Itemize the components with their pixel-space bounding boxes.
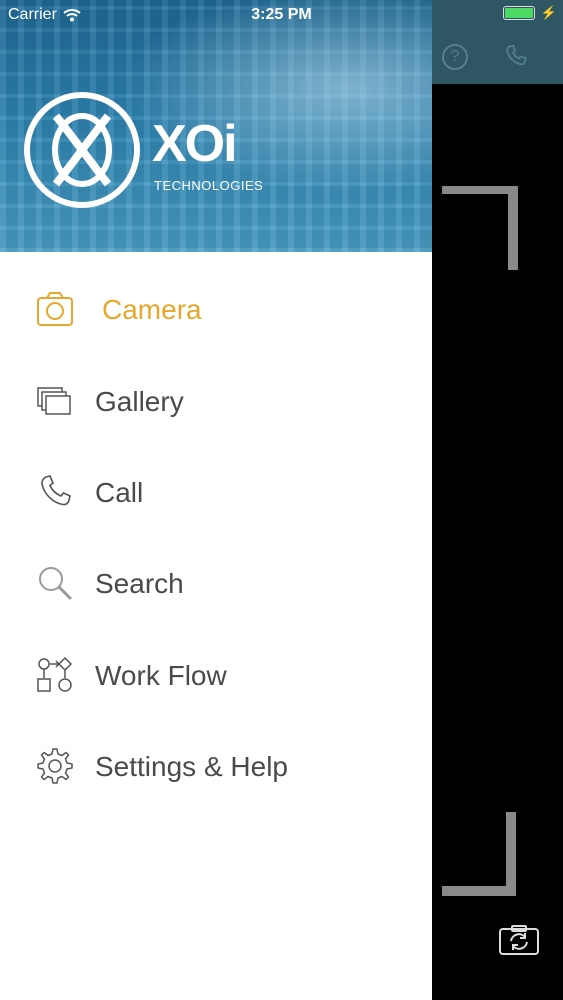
menu-item-camera[interactable]: Camera <box>0 274 432 344</box>
camera-viewfinder[interactable]: ⚡ ? <box>432 0 563 1000</box>
menu-item-label: Search <box>95 568 184 599</box>
menu-item-label: Settings & Help <box>95 751 288 782</box>
workflow-icon <box>37 656 73 692</box>
phone-icon <box>41 475 71 506</box>
logo-wordmark: XOi <box>152 115 238 173</box>
camera-icon <box>37 292 73 326</box>
battery-icon <box>502 6 535 20</box>
phone-icon[interactable] <box>502 42 532 72</box>
status-bar-left: Carrier <box>8 6 81 24</box>
camera-toolbar: ⚡ ? <box>432 0 563 84</box>
wifi-icon <box>63 9 81 22</box>
menu-item-label: Call <box>95 477 144 508</box>
menu-item-search[interactable]: Search <box>0 548 432 618</box>
charging-icon: ⚡ <box>540 5 557 20</box>
search-icon <box>39 567 72 600</box>
focus-corner-top <box>442 186 518 194</box>
switch-camera-icon[interactable] <box>498 924 540 956</box>
gallery-icon <box>37 387 71 415</box>
gear-icon <box>37 748 73 784</box>
status-bar-right: ⚡ <box>502 5 557 20</box>
menu-item-settings-help[interactable]: Settings & Help <box>0 731 432 801</box>
focus-corner-bottom-side <box>506 812 516 896</box>
focus-corner-bottom <box>442 886 516 896</box>
drawer-header: Carrier XOi TECHNOLOGIES <box>0 0 432 252</box>
carrier-label: Carrier <box>8 6 57 23</box>
help-icon[interactable]: ? <box>442 44 468 70</box>
logo-tagline: TECHNOLOGIES <box>154 178 264 193</box>
menu-item-label: Work Flow <box>95 660 227 691</box>
menu-item-label: Camera <box>102 294 202 325</box>
navigation-drawer: Carrier XOi TECHNOLOGIES Camera Gallery … <box>0 0 432 1000</box>
menu-item-call[interactable]: Call <box>0 457 432 527</box>
menu-item-work-flow[interactable]: Work Flow <box>0 640 432 710</box>
focus-corner-top-side <box>508 186 518 270</box>
xoi-logo: XOi TECHNOLOGIES <box>24 92 284 212</box>
logo-emblem <box>24 92 140 208</box>
menu-item-label: Gallery <box>95 386 184 417</box>
menu-item-gallery[interactable]: Gallery <box>0 366 432 436</box>
